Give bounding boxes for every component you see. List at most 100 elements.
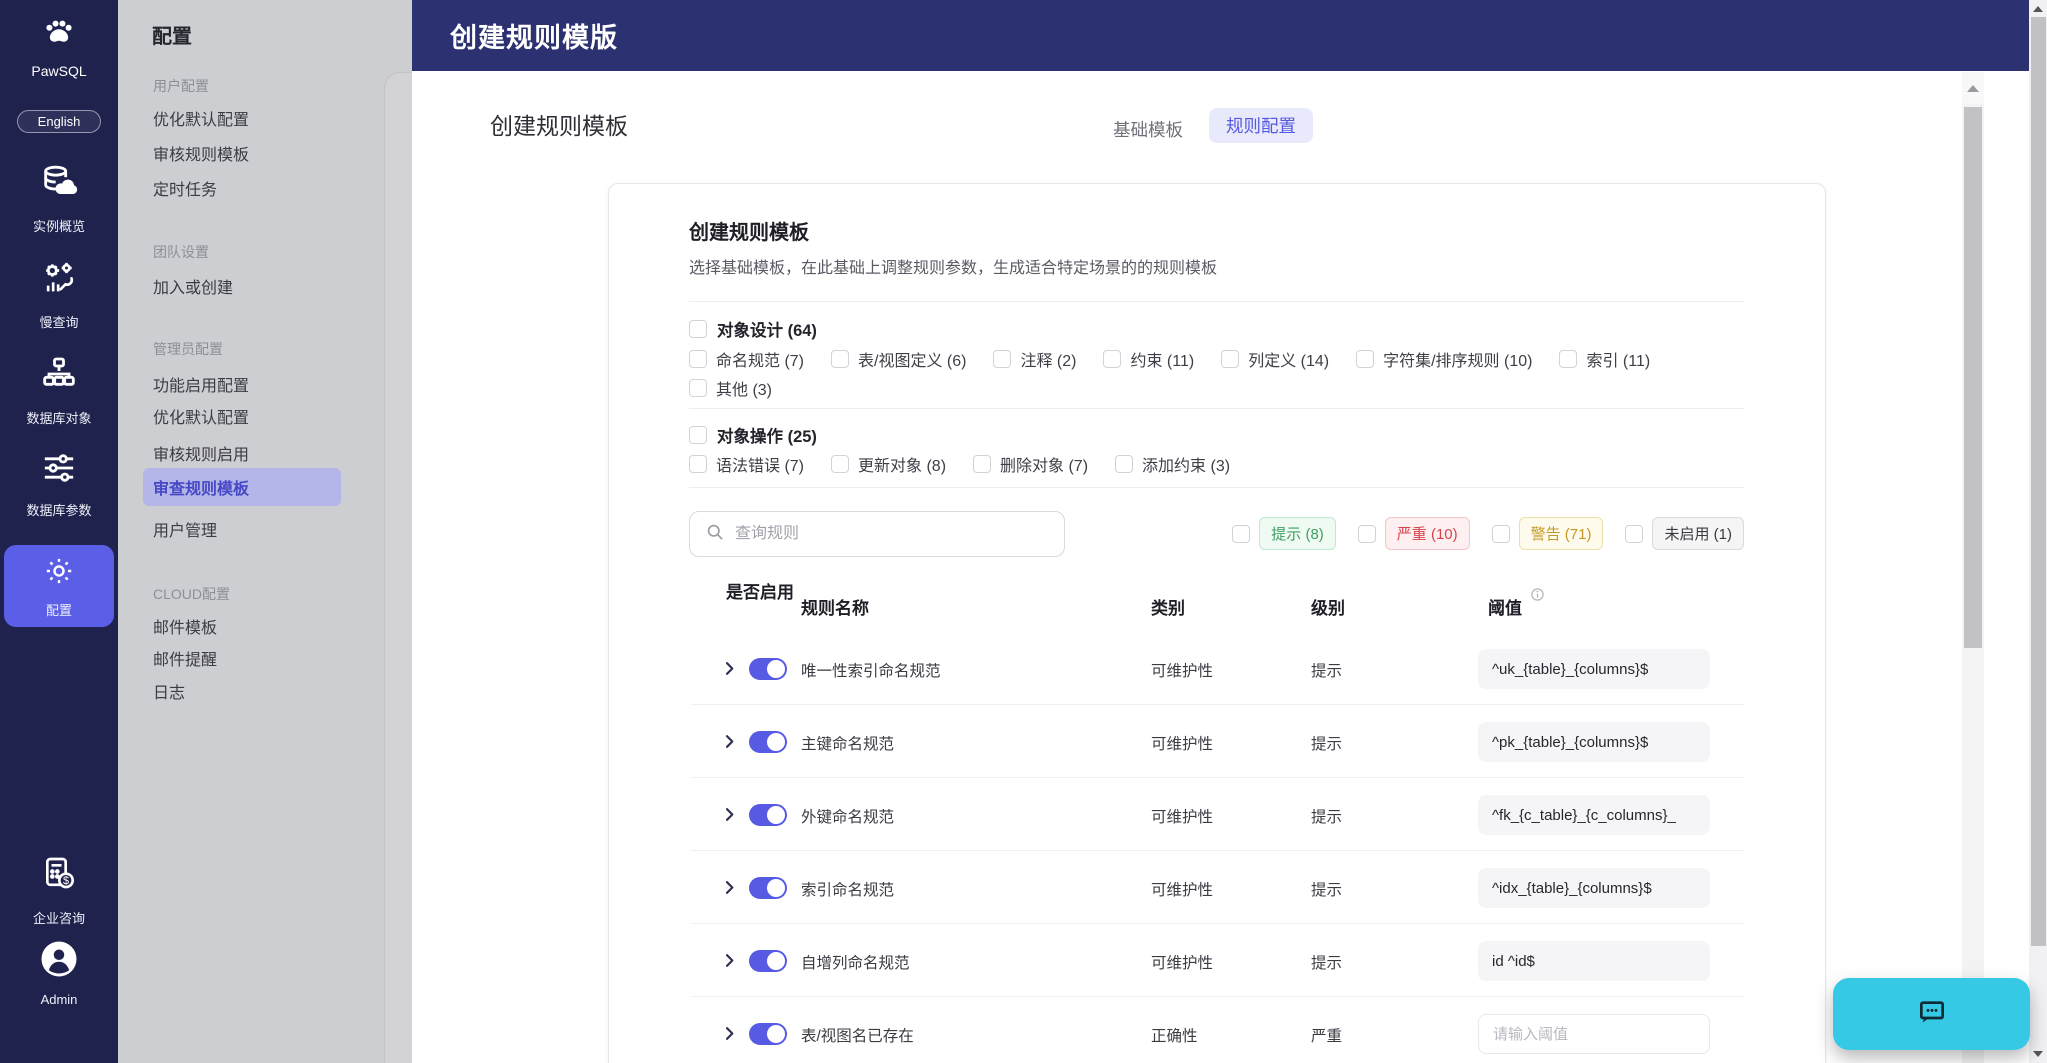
rule-level: 提示 [1311, 882, 1343, 899]
hint-badge: 提示 (8) [1259, 517, 1336, 550]
option-label: 约束 (11) [1130, 353, 1195, 370]
logo[interactable]: PawSQL [0, 14, 118, 79]
sidebar-item-enterprise-consult[interactable]: $ 企业咨询 [0, 852, 118, 927]
rule-level: 提示 [1311, 955, 1343, 972]
critical-badge: 严重 (10) [1384, 517, 1470, 550]
option-constraints[interactable]: 约束 (11) [1103, 347, 1194, 371]
tab-rule-config-active[interactable]: 规则配置 [1209, 108, 1313, 143]
scroll-up-arrow-icon[interactable] [2033, 6, 2043, 12]
group-label: 对象设计 (64) [717, 322, 817, 340]
config-sidebar-title: 配置 [152, 26, 192, 48]
checkbox [689, 350, 707, 368]
checkbox [689, 320, 707, 338]
rule-level: 提示 [1311, 809, 1343, 826]
expand-chevron-icon[interactable] [721, 806, 738, 828]
sidebar-item-admin[interactable]: Admin [0, 938, 118, 1007]
expand-chevron-icon[interactable] [721, 1025, 738, 1047]
col-header-category: 类别 [1151, 599, 1185, 618]
group-object-design[interactable]: 对象设计 (64) [689, 317, 817, 341]
option-comments[interactable]: 注释 (2) [993, 347, 1076, 371]
expand-chevron-icon[interactable] [721, 733, 738, 755]
rule-category: 可维护性 [1151, 663, 1214, 680]
nav-item-optimize-defaults[interactable]: 优化默认配置 [153, 106, 249, 130]
filter-warning[interactable]: 警告 (71) [1491, 517, 1604, 550]
rule-name: 表/视图名已存在 [801, 1028, 914, 1045]
filter-critical[interactable]: 严重 (10) [1357, 517, 1470, 550]
enable-toggle[interactable] [749, 731, 787, 753]
option-delete-object[interactable]: 删除对象 (7) [973, 452, 1088, 476]
expand-chevron-icon[interactable] [721, 660, 738, 682]
chat-support-button[interactable] [1833, 978, 2030, 1050]
option-syntax-error[interactable]: 语法错误 (7) [689, 452, 804, 476]
sidebar-item-label: 企业咨询 [32, 911, 85, 926]
sidebar-item-slow-queries[interactable]: 慢查询 [0, 256, 118, 331]
logo-label: PawSQL [31, 63, 87, 79]
sidebar-item-config-active[interactable]: 配置 [4, 545, 114, 627]
sidebar-item-instances[interactable]: 实例概览 [0, 160, 118, 235]
nav-item-review-rule-template-active[interactable]: 审查规则模板 [143, 468, 341, 506]
option-label: 命名规范 (7) [716, 353, 805, 370]
rule-category: 可维护性 [1151, 882, 1214, 899]
threshold-input[interactable] [1478, 868, 1710, 908]
app-window: PawSQL English 实例概览 慢查询 数据库对象 数据库参数 配置 $… [0, 0, 2047, 1063]
enable-toggle[interactable] [749, 658, 787, 680]
threshold-input[interactable] [1478, 795, 1710, 835]
rule-name: 自增列命名规范 [801, 955, 910, 972]
option-update-object[interactable]: 更新对象 (8) [831, 452, 946, 476]
disabled-badge: 未启用 (1) [1652, 517, 1744, 550]
enable-toggle[interactable] [749, 877, 787, 899]
sidebar-item-db-params[interactable]: 数据库参数 [0, 448, 118, 519]
nav-item-audit-rule-template[interactable]: 审核规则模板 [153, 141, 249, 165]
nav-item-optimize-defaults-admin[interactable]: 优化默认配置 [153, 404, 249, 428]
sidebar-item-label: 数据库参数 [26, 503, 92, 518]
sidebar-item-label: 慢查询 [39, 315, 79, 330]
checkbox [1559, 350, 1578, 368]
option-others[interactable]: 其他 (3) [689, 376, 772, 400]
threshold-input[interactable] [1478, 1014, 1710, 1054]
filter-disabled[interactable]: 未启用 (1) [1625, 517, 1744, 550]
svg-text:$: $ [63, 875, 69, 887]
nav-item-scheduled-tasks[interactable]: 定时任务 [153, 176, 217, 200]
option-add-constraint[interactable]: 添加约束 (3) [1115, 452, 1230, 476]
rule-category: 可维护性 [1151, 736, 1214, 753]
group-object-operations[interactable]: 对象操作 (25) [689, 423, 817, 447]
language-toggle[interactable]: English [17, 110, 101, 133]
nav-item-audit-rule-enable[interactable]: 审核规则启用 [153, 441, 249, 465]
option-charset-collation[interactable]: 字符集/排序规则 (10) [1356, 347, 1532, 371]
option-table-view-def[interactable]: 表/视图定义 (6) [831, 347, 966, 371]
nav-item-user-management[interactable]: 用户管理 [153, 517, 217, 541]
threshold-info-icon[interactable] [1530, 587, 1545, 607]
threshold-input[interactable] [1478, 941, 1710, 981]
filter-hint[interactable]: 提示 (8) [1232, 517, 1336, 550]
option-label: 列定义 (14) [1248, 353, 1330, 370]
expand-chevron-icon[interactable] [721, 952, 738, 974]
sidebar-item-db-objects[interactable]: 数据库对象 [0, 352, 118, 427]
option-column-def[interactable]: 列定义 (14) [1221, 347, 1329, 371]
tab-base-template[interactable]: 基础模板 [1113, 117, 1183, 142]
enable-toggle[interactable] [749, 804, 787, 826]
enable-toggle[interactable] [749, 950, 787, 972]
page-scrollbar [2029, 0, 2047, 1063]
col-header-enabled: 是否启用 [726, 583, 794, 602]
nav-item-mail-reminder[interactable]: 邮件提醒 [153, 646, 217, 670]
option-label: 其他 (3) [716, 382, 773, 399]
nav-item-logs[interactable]: 日志 [153, 679, 185, 703]
page-title: 创建规则模板 [490, 113, 628, 139]
search-input[interactable] [735, 525, 1025, 543]
content-scrollbar-thumb[interactable] [1964, 107, 1982, 648]
expand-chevron-icon[interactable] [721, 879, 738, 901]
nav-item-feature-enable[interactable]: 功能启用配置 [153, 372, 249, 396]
scroll-down-arrow-icon[interactable] [2033, 1051, 2043, 1057]
page-scrollbar-thumb[interactable] [2031, 17, 2046, 946]
panel-corner-decoration [384, 72, 412, 1063]
content-scrollbar-up-button[interactable] [1962, 72, 1984, 104]
enable-toggle[interactable] [749, 1023, 787, 1045]
threshold-input[interactable] [1478, 649, 1710, 689]
option-index[interactable]: 索引 (11) [1559, 347, 1650, 371]
checkbox [831, 350, 850, 368]
nav-item-join-or-create[interactable]: 加入或创建 [153, 274, 233, 298]
threshold-input[interactable] [1478, 722, 1710, 762]
sidebar-item-label: 配置 [45, 602, 72, 618]
option-naming[interactable]: 命名规范 (7) [689, 347, 804, 371]
nav-item-mail-template[interactable]: 邮件模板 [153, 614, 217, 638]
